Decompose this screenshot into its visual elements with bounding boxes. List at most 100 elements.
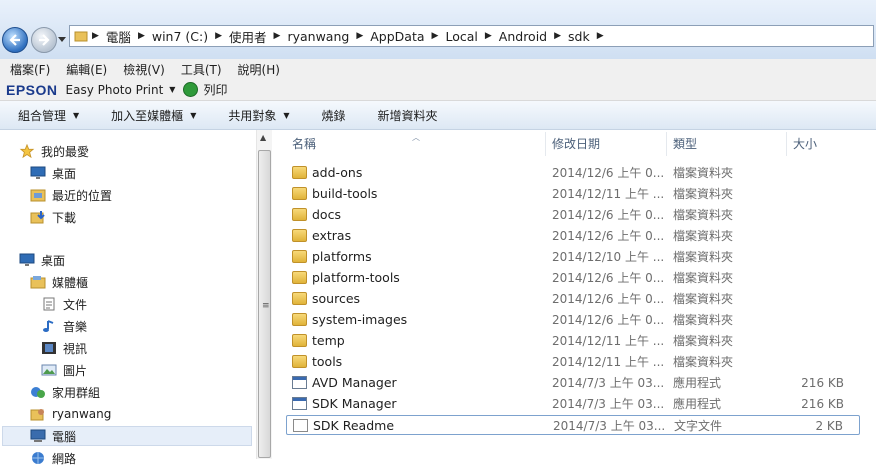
folder-icon bbox=[292, 229, 307, 242]
file-row-platform-tools[interactable]: platform-tools 2014/12/6 上午 0... 檔案資料夾 bbox=[286, 268, 860, 288]
menu-tools[interactable]: 工具(T) bbox=[171, 61, 228, 78]
recent-pages-dropdown-icon[interactable] bbox=[58, 35, 66, 43]
chevron-down-icon[interactable]: ▼ bbox=[169, 85, 175, 94]
nav-desktop[interactable]: 桌面 bbox=[19, 250, 65, 270]
file-name: AVD Manager bbox=[312, 375, 397, 390]
chevron-right-icon[interactable]: ▶ bbox=[356, 31, 363, 41]
file-row-sdk-readme[interactable]: SDK Readme 2014/7/3 上午 03... 文字文件 2 KB bbox=[286, 415, 860, 435]
chevron-right-icon[interactable]: ▶ bbox=[274, 31, 281, 41]
folder-icon bbox=[292, 313, 307, 326]
forward-button[interactable] bbox=[31, 27, 57, 53]
arrow-right-icon bbox=[39, 34, 50, 46]
menu-file[interactable]: 檔案(F) bbox=[0, 61, 56, 78]
chevron-right-icon[interactable]: ▶ bbox=[215, 31, 222, 41]
breadcrumb-root-arrow[interactable]: ▶ bbox=[92, 31, 99, 41]
scrollbar-thumb[interactable]: ≡ bbox=[258, 150, 271, 458]
application-icon bbox=[292, 376, 307, 389]
menu-edit[interactable]: 編輯(E) bbox=[56, 61, 113, 78]
breadcrumb: ▶ 電腦 ▶ win7 (C:) ▶ 使用者 ▶ ryanwang ▶ AppData ▶… bbox=[92, 26, 604, 46]
breadcrumb-item[interactable]: Local ▶ bbox=[438, 29, 491, 44]
file-row-extras[interactable]: extras 2014/12/6 上午 0... 檔案資料夾 bbox=[286, 226, 860, 246]
burn-button[interactable]: 燒錄 bbox=[304, 107, 360, 124]
file-row-add-ons[interactable]: add-ons 2014/12/6 上午 0... 檔案資料夾 bbox=[286, 163, 860, 183]
breadcrumb-item[interactable]: win7 (C:) ▶ bbox=[145, 29, 222, 44]
new-folder-button[interactable]: 新增資料夾 bbox=[360, 107, 452, 124]
file-type: 檔案資料夾 bbox=[673, 271, 734, 285]
nav-pictures[interactable]: 圖片 bbox=[41, 360, 87, 380]
chevron-right-icon[interactable]: ▶ bbox=[138, 31, 145, 41]
nav-item-label: 圖片 bbox=[63, 363, 88, 378]
file-row-sdk-manager[interactable]: SDK Manager 2014/7/3 上午 03... 應用程式 216 K… bbox=[286, 394, 860, 414]
nav-music[interactable]: 音樂 bbox=[41, 316, 87, 336]
chevron-right-icon[interactable]: ▶ bbox=[432, 31, 439, 41]
file-name: platform-tools bbox=[312, 270, 400, 285]
address-bar[interactable]: ▶ 電腦 ▶ win7 (C:) ▶ 使用者 ▶ ryanwang ▶ AppData ▶… bbox=[69, 25, 874, 47]
file-row-tools[interactable]: tools 2014/12/11 上午 ... 檔案資料夾 bbox=[286, 352, 860, 372]
print-button[interactable]: 列印 bbox=[198, 81, 227, 98]
file-row-platforms[interactable]: platforms 2014/12/10 上午 ... 檔案資料夾 bbox=[286, 247, 860, 267]
nav-user-folder[interactable]: ryanwang bbox=[30, 404, 111, 424]
chevron-right-icon: ▶ bbox=[92, 31, 99, 41]
arrow-left-icon bbox=[9, 34, 20, 46]
scroll-up-icon[interactable]: ▲ bbox=[260, 133, 266, 142]
nav-item-label: 文件 bbox=[63, 297, 88, 312]
nav-network[interactable]: 網路 bbox=[30, 448, 76, 468]
chevron-right-icon[interactable]: ▶ bbox=[597, 31, 604, 41]
file-date: 2014/12/6 上午 0... bbox=[552, 313, 665, 327]
include-in-library-button[interactable]: 加入至媒體櫃 ▼ bbox=[93, 107, 210, 124]
back-button[interactable] bbox=[2, 27, 28, 53]
column-header-type[interactable]: 類型 bbox=[667, 132, 787, 156]
nav-recent-places[interactable]: 最近的位置 bbox=[30, 185, 112, 205]
file-row-docs[interactable]: docs 2014/12/6 上午 0... 檔案資料夾 bbox=[286, 205, 860, 225]
chevron-down-icon: ▼ bbox=[283, 110, 290, 120]
file-row-temp[interactable]: temp 2014/12/11 上午 ... 檔案資料夾 bbox=[286, 331, 860, 351]
menu-help[interactable]: 說明(H) bbox=[228, 61, 286, 78]
nav-item-label: 下載 bbox=[52, 210, 77, 225]
downloads-folder-icon bbox=[30, 211, 45, 224]
nav-desktop-shortcut[interactable]: 桌面 bbox=[30, 163, 76, 183]
chevron-right-icon[interactable]: ▶ bbox=[554, 31, 561, 41]
easy-photo-print-button[interactable]: Easy Photo Print bbox=[58, 83, 164, 97]
nav-downloads[interactable]: 下載 bbox=[30, 207, 76, 227]
share-with-button[interactable]: 共用對象 ▼ bbox=[210, 107, 303, 124]
organize-button[interactable]: 組合管理 ▼ bbox=[0, 107, 93, 124]
column-header-date[interactable]: 修改日期 bbox=[546, 132, 667, 156]
organize-label: 組合管理 bbox=[18, 108, 67, 123]
file-name: sources bbox=[312, 291, 361, 306]
nav-favorites[interactable]: 我的最愛 bbox=[19, 141, 89, 161]
nav-item-label: 桌面 bbox=[52, 166, 77, 181]
breadcrumb-label: ryanwang bbox=[287, 28, 350, 44]
file-date: 2014/7/3 上午 03... bbox=[552, 376, 665, 390]
column-header-label: 名稱 bbox=[292, 137, 317, 151]
breadcrumb-item[interactable]: 電腦 ▶ bbox=[99, 27, 145, 46]
nav-homegroup[interactable]: 家用群組 bbox=[30, 382, 100, 402]
file-date: 2014/12/6 上午 0... bbox=[552, 292, 665, 306]
chevron-down-icon: ▼ bbox=[190, 110, 197, 120]
nav-documents[interactable]: 文件 bbox=[41, 294, 87, 314]
chevron-right-icon[interactable]: ▶ bbox=[485, 31, 492, 41]
file-type: 檔案資料夾 bbox=[673, 313, 734, 327]
file-row-sources[interactable]: sources 2014/12/6 上午 0... 檔案資料夾 bbox=[286, 289, 860, 309]
file-type: 檔案資料夾 bbox=[673, 187, 734, 201]
navigation-pane: 我的最愛 桌面 最近的位置 下載 桌面 媒體櫃 文件 音樂 視訊 圖片 家用群組 bbox=[0, 130, 256, 466]
nav-item-label: 電腦 bbox=[52, 429, 77, 444]
file-row-build-tools[interactable]: build-tools 2014/12/11 上午 ... 檔案資料夾 bbox=[286, 184, 860, 204]
column-header-label: 類型 bbox=[673, 137, 698, 151]
file-name: SDK Manager bbox=[312, 396, 397, 411]
nav-item-label: 最近的位置 bbox=[52, 188, 113, 203]
breadcrumb-item[interactable]: Android ▶ bbox=[492, 29, 561, 44]
column-header-size[interactable]: 大小 bbox=[787, 132, 859, 156]
breadcrumb-item[interactable]: 使用者 ▶ bbox=[222, 27, 280, 46]
nav-libraries[interactable]: 媒體櫃 bbox=[30, 272, 88, 292]
nav-computer[interactable]: 電腦 bbox=[2, 426, 252, 446]
nav-videos[interactable]: 視訊 bbox=[41, 338, 87, 358]
menu-view[interactable]: 檢視(V) bbox=[113, 61, 171, 78]
file-date: 2014/12/6 上午 0... bbox=[552, 229, 665, 243]
navigation-scrollbar[interactable]: ▲ ≡ bbox=[256, 130, 272, 459]
breadcrumb-item[interactable]: AppData ▶ bbox=[363, 29, 438, 44]
breadcrumb-item[interactable]: sdk ▶ bbox=[561, 29, 604, 44]
application-icon bbox=[292, 397, 307, 410]
file-row-avd-manager[interactable]: AVD Manager 2014/7/3 上午 03... 應用程式 216 K… bbox=[286, 373, 860, 393]
breadcrumb-item[interactable]: ryanwang ▶ bbox=[280, 29, 363, 44]
file-row-system-images[interactable]: system-images 2014/12/6 上午 0... 檔案資料夾 bbox=[286, 310, 860, 330]
